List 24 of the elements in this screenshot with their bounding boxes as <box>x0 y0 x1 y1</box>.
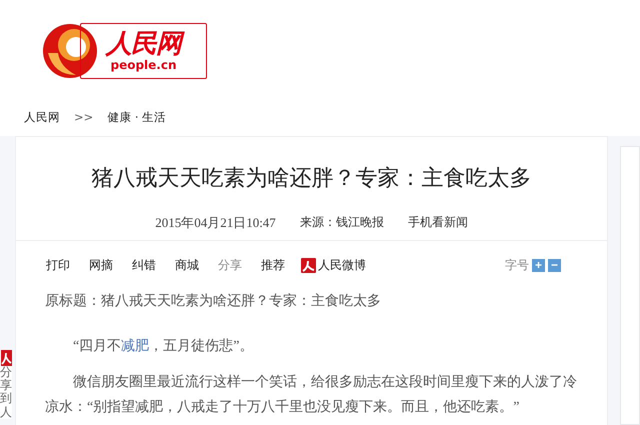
toolbar-link[interactable]: 推荐 <box>261 256 285 274</box>
keyword-link[interactable]: 减肥 <box>121 339 150 354</box>
logo-domain: people.cn <box>110 58 177 72</box>
toolbar-link[interactable]: 纠错 <box>132 256 156 274</box>
article-title: 猪八戒天天吃素为啥还胖？专家：主食吃太多 <box>90 165 532 193</box>
article-paragraph: 原标题：猪八戒天天吃素为啥还胖？专家：主食吃太多 <box>45 292 382 311</box>
breadcrumb-separator: >> <box>74 110 94 125</box>
font-size-label: 字号 <box>505 256 529 274</box>
breadcrumb-link[interactable]: 健康 · 生活 <box>107 110 166 125</box>
logo-box[interactable]: 人民网 people.cn <box>80 23 207 79</box>
weibo-label: 人民微博 <box>318 256 366 274</box>
article-paragraph: 微信朋友圈里最近流行这样一个笑话，给很多励志在这段时间里瘦下来的人泼了冷凉水：“别指望减肥，八戒走了十万八千里也没见瘦下来。而且，他还吃素。” <box>45 373 578 417</box>
article-meta: 2015年04月21日10:47 <box>155 214 276 232</box>
article-meta: 来源：钱江晚报 <box>300 214 384 231</box>
logo-icon <box>43 24 97 78</box>
article-paragraph: “四月不减肥，五月徒伤悲”。 <box>72 337 254 356</box>
weibo-icon <box>301 258 316 272</box>
toolbar-link[interactable]: 商城 <box>175 256 199 274</box>
weibo-icon[interactable] <box>0 350 12 366</box>
weibo-link[interactable]: 人民微博 <box>301 256 366 274</box>
breadcrumb-link[interactable]: 人民网 <box>24 110 60 125</box>
toolbar-link[interactable]: 打印 <box>46 256 70 274</box>
article-meta: 手机看新闻 <box>408 214 468 231</box>
toolbar-link[interactable]: 网摘 <box>89 256 113 274</box>
